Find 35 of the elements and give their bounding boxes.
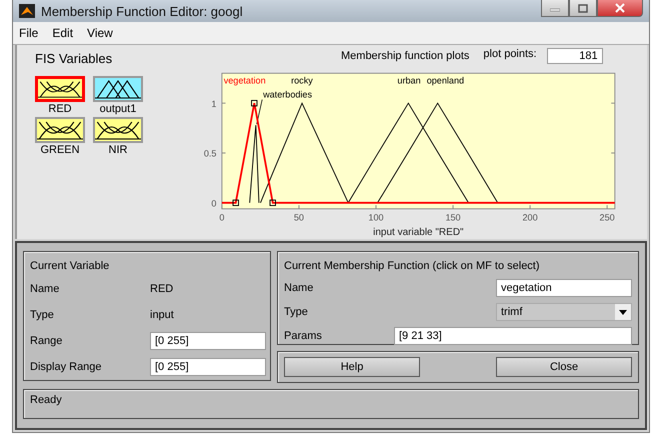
field-label: Type [284,306,309,318]
x-tick-label: 100 [368,212,384,223]
panel-title: Current Variable [30,260,110,272]
status-text: Ready [30,394,62,406]
curve-label: waterbodies [263,90,312,100]
field-label: Name [284,282,314,294]
field-label: Name [30,283,60,295]
x-tick-label: 150 [445,212,461,223]
section-title: FIS Variables [35,51,114,66]
y-tick-label: 0 [211,198,216,209]
x-tick-label: 50 [294,212,304,223]
x-tick-label: 200 [522,212,538,223]
y-tick-label: 0.5 [204,148,216,159]
curve-label: vegetation [224,75,266,86]
x-axis-label: input variable "RED" [373,227,464,238]
curve-label: rocky [291,75,313,86]
field-label: Params [284,330,323,342]
variable-name: NIR [108,144,128,156]
field-value: input [150,309,175,321]
curve-label: urban [397,75,421,86]
panel-title: Current Membership Function (click on MF to select) [284,260,541,272]
field-label: Range [30,335,64,347]
variable-name: output1 [100,103,136,115]
variable-name: GREEN [40,144,80,156]
y-tick-label: 1 [211,99,216,109]
window-title: Membership Function Editor: googl [41,4,243,18]
field-value: RED [150,283,174,295]
plot-title: Membership function plots [341,50,470,62]
field-label: Display Range [30,361,103,373]
x-tick-label: 250 [600,212,615,223]
x-tick-label: 0 [219,212,224,223]
variable-name: RED [48,103,72,115]
curve-label: openland [426,75,464,86]
field-label: plot points: [483,48,537,60]
field-label: Type [30,309,55,321]
